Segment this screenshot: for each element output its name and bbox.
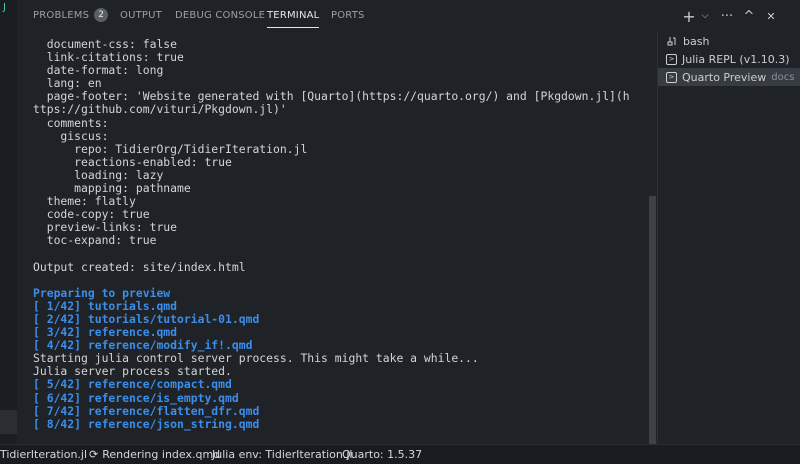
tab-problems-label: PROBLEMS <box>33 10 90 21</box>
tool-icon <box>666 35 678 47</box>
tab-output[interactable]: OUTPUT <box>120 0 162 32</box>
terminal-line: giscus: <box>33 128 109 143</box>
terminal-item-label: Quarto Preview <box>682 70 767 84</box>
activity-indicator <box>0 410 17 434</box>
terminal-item-label: Julia REPL (v1.10.3) <box>682 52 790 66</box>
terminal-line: Output created: site/index.html <box>33 259 246 274</box>
status-quarto-version[interactable]: Quarto: 1.5.37 <box>342 445 422 464</box>
terminal-line: [ 6/42] reference/is_empty.qmd <box>33 390 239 405</box>
terminal-line: repo: TidierOrg/TidierIteration.jl <box>33 141 308 156</box>
status-project[interactable]: TidierIteration.jl <box>0 445 87 464</box>
terminal-icon: > <box>666 71 677 83</box>
sync-icon: ⟳ <box>89 448 99 461</box>
tab-ports[interactable]: PORTS <box>331 0 365 32</box>
tab-problems[interactable]: PROBLEMS 2 <box>33 0 109 32</box>
tab-debug-console-label: DEBUG CONSOLE <box>175 10 266 21</box>
terminal-line: comments: <box>33 115 109 130</box>
terminal-line: [ 1/42] tutorials.qmd <box>33 298 178 313</box>
terminal-scrollbar-thumb[interactable] <box>649 196 656 444</box>
tab-ports-label: PORTS <box>331 10 365 21</box>
terminal-icon: > <box>666 53 677 65</box>
status-rendering[interactable]: ⟳ Rendering index.qmd <box>89 445 220 464</box>
vscode-panel: J PROBLEMS 2 OUTPUT DEBUG CONSOLE TERMINA… <box>0 0 800 464</box>
new-terminal-plus-icon[interactable]: + <box>678 6 700 26</box>
panel-actions: + ⌵ ··· ^ ✕ <box>678 6 782 26</box>
activity-icon[interactable]: J <box>3 2 6 13</box>
terminal-line: [ 8/42] reference/json_string.qmd <box>33 416 260 431</box>
tab-output-label: OUTPUT <box>120 10 162 21</box>
close-panel-icon[interactable]: ✕ <box>760 6 782 26</box>
status-rendering-label: Rendering index.qmd <box>102 448 221 461</box>
terminal-item-quarto-preview[interactable]: > Quarto Preview docs <box>658 68 800 86</box>
more-actions-icon[interactable]: ··· <box>716 6 738 26</box>
tab-terminal-label: TERMINAL <box>267 10 320 21</box>
panel-tab-bar: PROBLEMS 2 OUTPUT DEBUG CONSOLE TERMINAL … <box>17 0 800 32</box>
terminal-line: [ 5/42] reference/compact.qmd <box>33 377 232 392</box>
terminal-list: bash > Julia REPL (v1.10.3) > Quarto Pre… <box>657 32 800 444</box>
terminal-line: date-format: long <box>33 63 164 78</box>
terminal-line: Preparing to preview <box>33 285 171 300</box>
terminal-output[interactable]: document-css: false link-citations: true… <box>17 32 647 444</box>
terminal-item-julia-repl[interactable]: > Julia REPL (v1.10.3) <box>658 50 800 68</box>
chevron-down-icon[interactable]: ⌵ <box>700 6 710 26</box>
terminal-line: reactions-enabled: true <box>33 154 232 169</box>
terminal-item-label: bash <box>683 34 710 48</box>
maximize-panel-icon[interactable]: ^ <box>738 6 760 26</box>
terminal-line: [ 7/42] reference/flatten_dfr.qmd <box>33 403 260 418</box>
status-julia-env[interactable]: Julia env: TidierIteration.jl <box>212 445 352 464</box>
problems-count-badge: 2 <box>94 8 109 22</box>
terminal-line: toc-expand: true <box>33 233 157 248</box>
tab-debug-console[interactable]: DEBUG CONSOLE <box>175 0 265 32</box>
activity-bar: J <box>0 0 17 444</box>
tab-terminal[interactable]: TERMINAL <box>267 0 320 32</box>
terminal-lines: document-css: false link-citations: true… <box>33 37 630 431</box>
terminal-item-description: docs <box>771 71 795 83</box>
terminal-line: ttps://github.com/vituri/Pkgdown.jl)' <box>33 102 287 117</box>
status-bar: TidierIteration.jl ⟳ Rendering index.qmd … <box>0 444 800 464</box>
terminal-item-bash[interactable]: bash <box>658 32 800 50</box>
